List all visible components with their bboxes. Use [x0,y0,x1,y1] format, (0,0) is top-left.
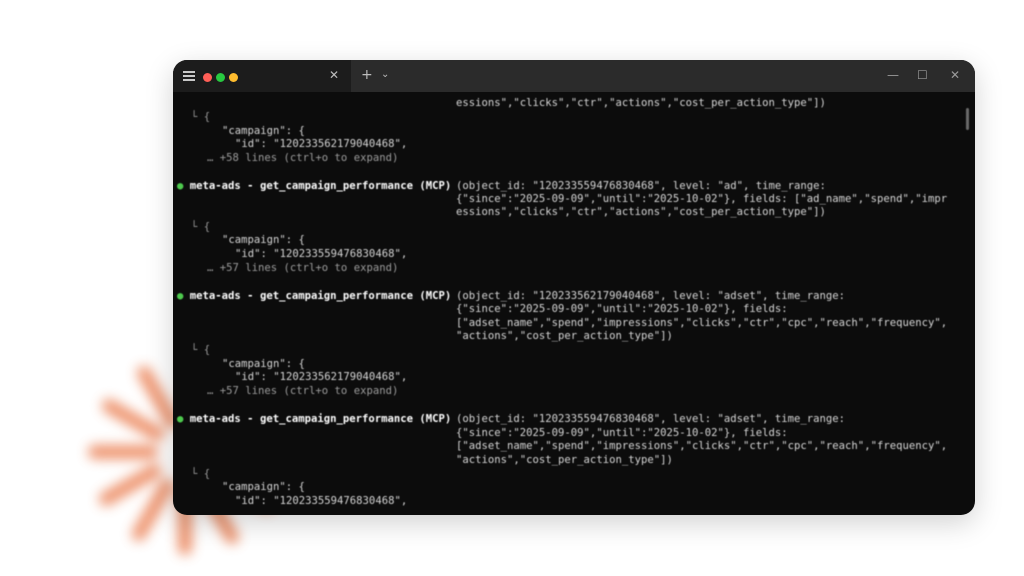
result-line: "id": "120233562179040468", [235,371,408,383]
new-tab-icon[interactable]: + [361,67,373,83]
minimize-icon[interactable]: — [887,68,899,82]
call-args-line: "actions","cost_per_action_type"]) [456,454,673,466]
maximize-icon[interactable]: ☐ [917,68,928,82]
scrollbar-thumb[interactable] [966,108,969,130]
result-line: "campaign": { [222,481,305,493]
tool-name: meta-ads - get_campaign_performance (MCP… [189,413,452,425]
menu-icon[interactable] [183,71,195,81]
status-bullet-icon: ● [177,290,184,302]
result-elbow: └ { [191,111,211,123]
call-args-line: (object_id: "120233562179040468", level:… [456,290,846,302]
call-args-line: (object_id: "120233559476830468", level:… [456,413,846,425]
expand-hint[interactable]: … +57 lines (ctrl+o to expand) [207,262,398,275]
call-args-line: {"since":"2025-09-09","until":"2025-10-0… [456,427,788,439]
maximize-dot-icon[interactable] [216,73,225,82]
result-line: "id": "120233559476830468", [235,495,408,507]
result-line: "campaign": { [222,234,305,246]
tool-call-header: ● meta-ads - get_campaign_performance (M… [177,290,451,303]
close-icon[interactable]: ✕ [950,68,960,82]
tool-call-header: ● meta-ads - get_campaign_performance (M… [177,413,451,426]
status-bullet-icon: ● [177,413,184,425]
tool-name: meta-ads - get_campaign_performance (MCP… [189,180,452,192]
status-bullet-icon: ● [177,180,184,192]
call-args-line: (object_id: "120233559476830468", level:… [456,180,826,192]
call-args-line: ["adset_name","spend","impressions","cli… [456,317,948,329]
terminal-tab[interactable]: ✕ [173,60,351,92]
call-args-line: essions","clicks","ctr","actions","cost_… [456,97,826,109]
call-args-line: essions","clicks","ctr","actions","cost_… [456,206,826,218]
expand-hint[interactable]: … +58 lines (ctrl+o to expand) [207,152,398,165]
result-line: "id": "120233559476830468", [235,248,408,260]
terminal-output[interactable]: essions","clicks","ctr","actions","cost_… [173,92,975,515]
call-args-line: "actions","cost_per_action_type"]) [456,330,673,342]
result-elbow: └ { [191,221,211,233]
expand-hint[interactable]: … +57 lines (ctrl+o to expand) [207,385,398,398]
tab-close-icon[interactable]: ✕ [329,68,339,82]
chevron-down-icon[interactable]: ⌄ [381,69,389,80]
minimize-dot-icon[interactable] [229,73,238,82]
result-elbow: └ { [191,344,211,356]
result-elbow: └ { [191,468,211,480]
call-args-line: {"since":"2025-09-09","until":"2025-10-0… [456,303,788,315]
result-line: "id": "120233562179040468", [235,138,408,150]
result-line: "campaign": { [222,125,305,137]
title-bar: ✕ + ⌄ — ☐ ✕ [173,60,975,92]
call-args-line: {"since":"2025-09-09","until":"2025-10-0… [456,193,948,205]
terminal-window: ✕ + ⌄ — ☐ ✕ essions","clicks","ctr","act… [173,60,975,515]
tool-call-header: ● meta-ads - get_campaign_performance (M… [177,180,451,193]
call-args-line: ["adset_name","spend","impressions","cli… [456,440,948,452]
tool-name: meta-ads - get_campaign_performance (MCP… [189,290,452,302]
close-dot-icon[interactable] [203,73,212,82]
result-line: "campaign": { [222,358,305,370]
